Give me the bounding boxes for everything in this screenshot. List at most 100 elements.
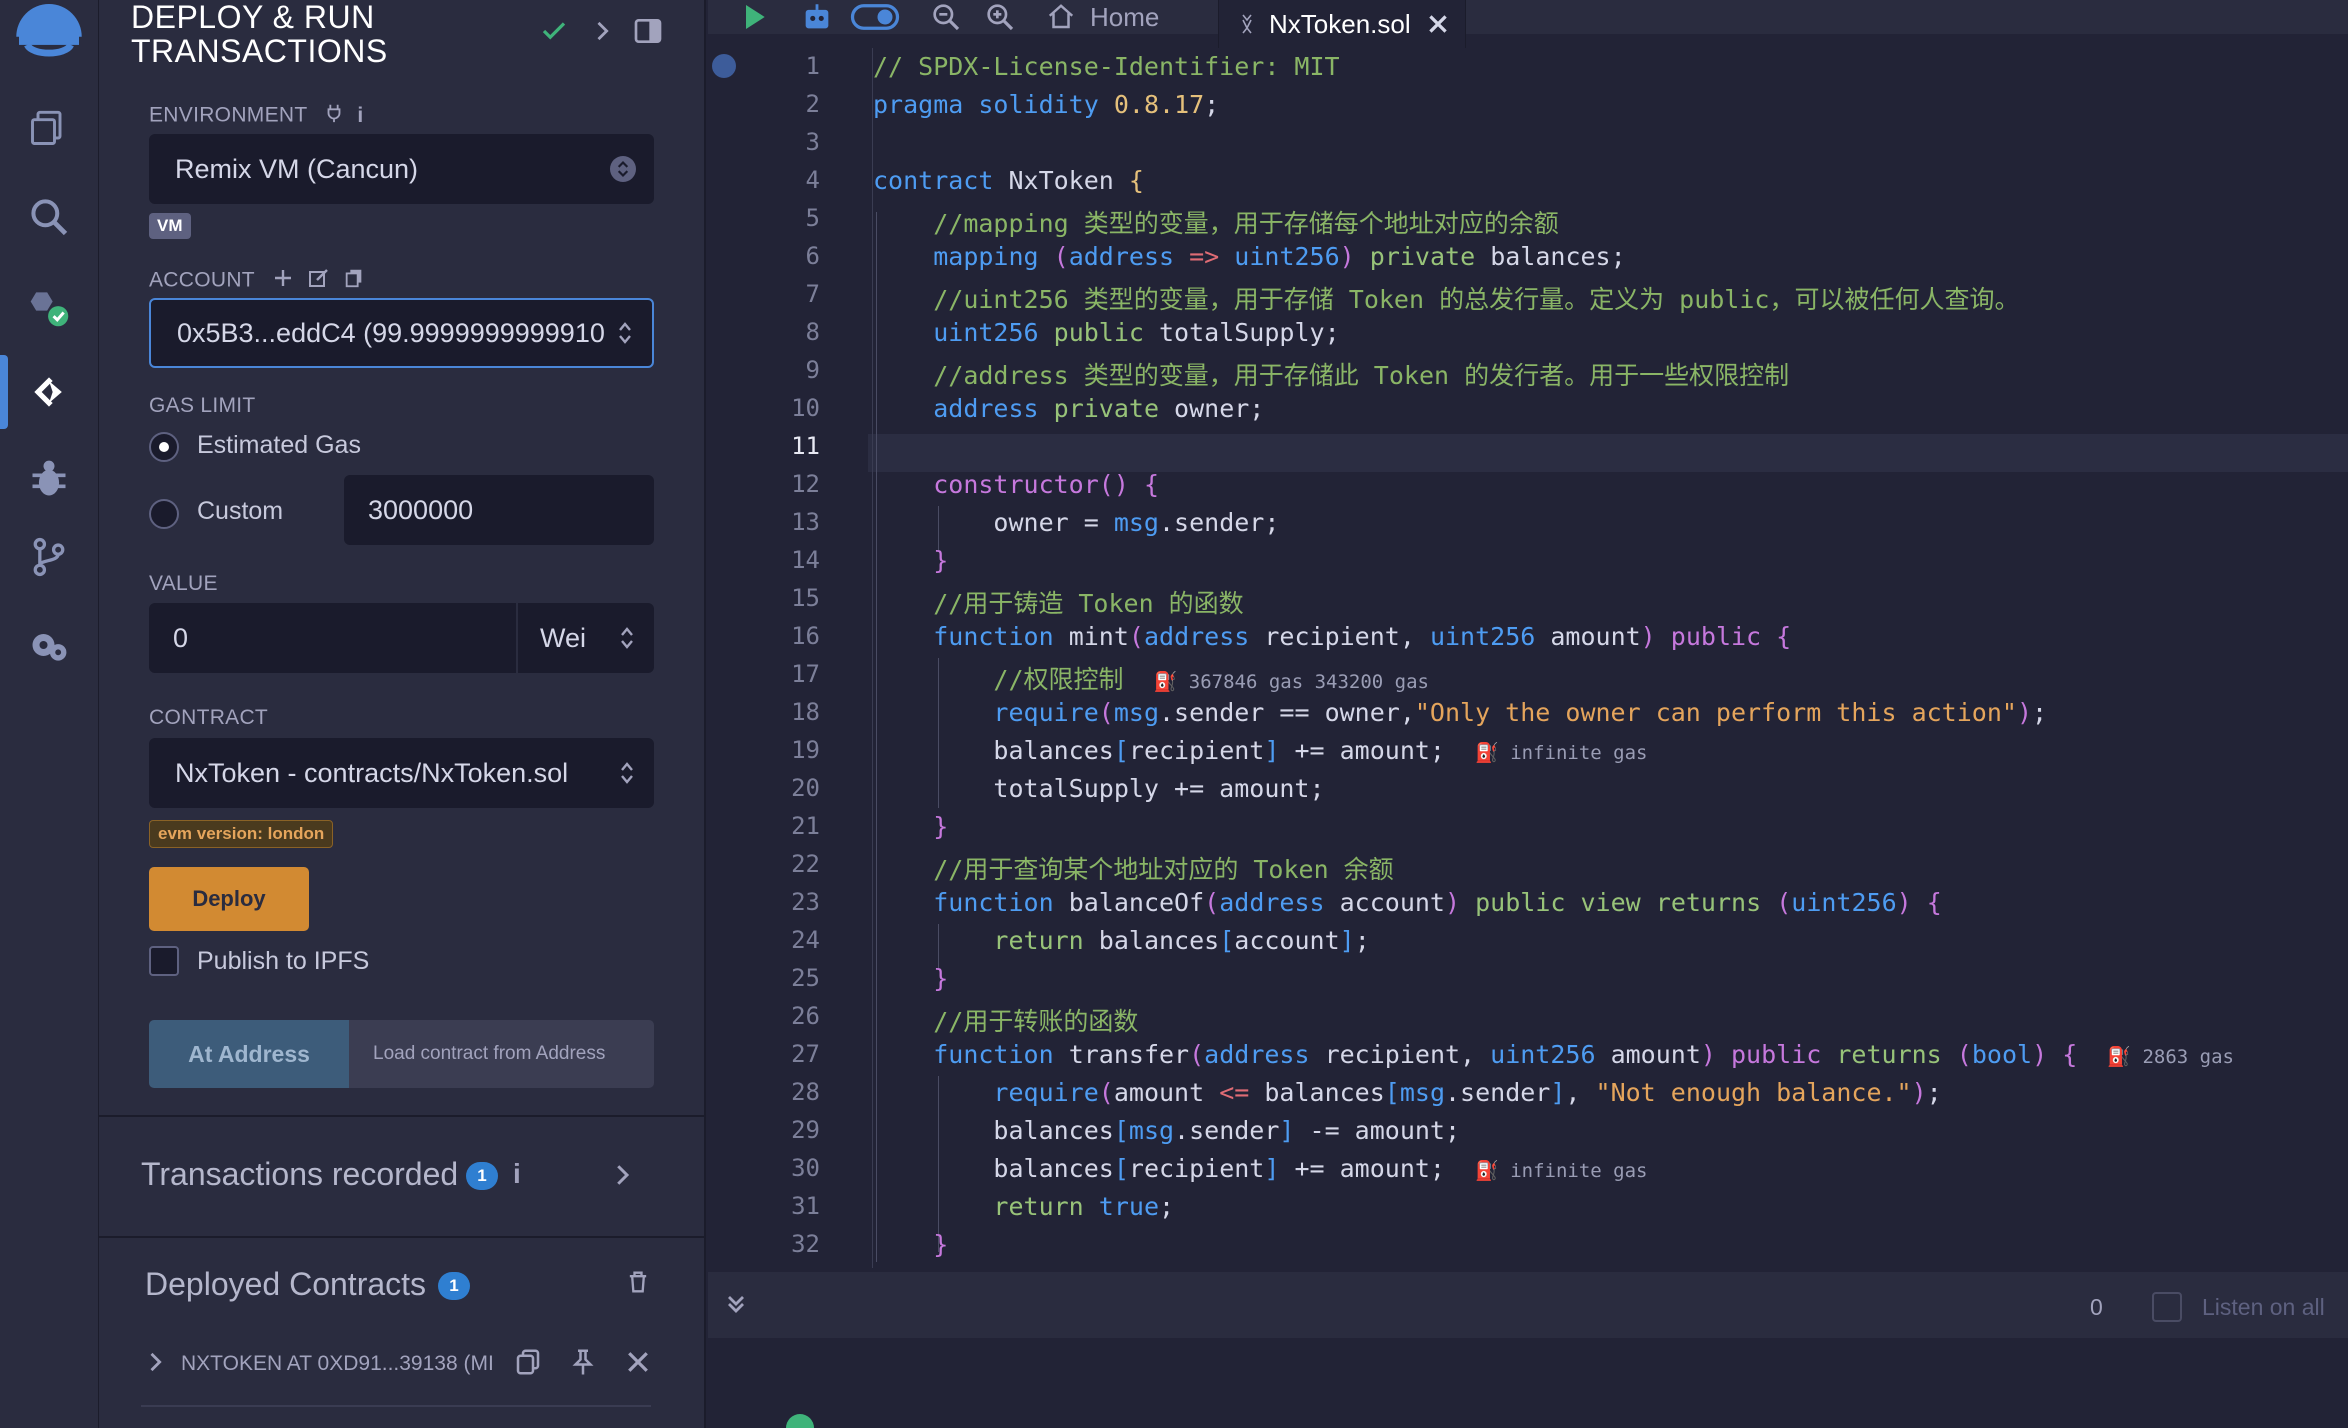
zoom-in-icon[interactable]	[984, 0, 1016, 34]
info-icon[interactable]: i	[513, 1158, 521, 1190]
gas-limit-label: GAS LIMIT	[149, 394, 256, 417]
chevron-right-icon[interactable]	[585, 14, 619, 48]
plus-icon[interactable]	[271, 266, 295, 296]
plugin-manager-icon[interactable]	[22, 618, 76, 672]
code-line-20: totalSupply += amount;	[873, 774, 1325, 803]
code-line-32: }	[933, 1230, 949, 1259]
solidity-compiler-icon[interactable]	[22, 280, 76, 334]
code-line-21: }	[933, 812, 949, 841]
line-number: 21	[791, 812, 820, 840]
line-number: 29	[791, 1116, 820, 1144]
environment-value: Remix VM (Cancun)	[175, 153, 419, 184]
tab-home-label: Home	[1090, 1, 1160, 32]
line-number: 23	[791, 888, 820, 916]
divider	[141, 1405, 651, 1407]
load-contract-input[interactable]: Load contract from Address	[349, 1020, 654, 1088]
line-number: 18	[791, 698, 820, 726]
info-icon[interactable]: i	[357, 104, 363, 128]
listen-on-all-label: Listen on all	[2202, 1294, 2325, 1320]
tab-file-label: NxToken.sol	[1269, 8, 1411, 39]
line-number: 16	[791, 622, 820, 650]
deploy-run-panel: DEPLOY & RUN TRANSACTIONS ENVIRONMENT i …	[99, 0, 706, 1428]
estimated-gas-radio[interactable]	[149, 432, 179, 462]
chevron-right-icon[interactable]	[141, 1348, 169, 1381]
remix-logo-icon[interactable]	[4, 4, 94, 64]
estimated-gas-label: Estimated Gas	[197, 431, 361, 459]
line-number: 32	[791, 1230, 820, 1258]
search-icon[interactable]	[22, 190, 76, 244]
file-explorer-icon[interactable]	[22, 100, 76, 154]
line-number: 14	[791, 546, 820, 574]
copy-icon[interactable]	[343, 267, 365, 295]
transactions-count-badge: 1	[466, 1162, 498, 1190]
check-icon	[537, 14, 571, 48]
code-line-15: //用于铸造 Token 的函数	[933, 589, 1244, 618]
code-line-26: //用于转账的函数	[933, 1007, 1139, 1036]
contract-label: CONTRACT	[149, 706, 269, 729]
code-line-7: //uint256 类型的变量，用于存储 Token 的总发行量。定义为 pub…	[933, 285, 2020, 314]
at-address-button[interactable]: At Address	[149, 1020, 349, 1088]
listen-on-all-checkbox[interactable]	[2152, 1292, 2182, 1322]
divider	[99, 1236, 706, 1238]
deploy-run-icon[interactable]	[22, 365, 76, 419]
trash-icon[interactable]	[624, 1268, 652, 1301]
custom-gas-radio[interactable]	[149, 499, 179, 529]
code-line-31: return true;	[993, 1192, 1175, 1221]
edit-icon[interactable]	[307, 266, 331, 296]
line-number: 31	[791, 1192, 820, 1220]
line-number: 6	[805, 242, 820, 270]
value-input[interactable]: 0	[149, 603, 516, 673]
code-line-14: }	[933, 546, 949, 575]
git-icon[interactable]	[22, 530, 76, 584]
active-indicator	[0, 355, 8, 429]
copy-icon[interactable]	[513, 1347, 543, 1382]
terminal-output	[708, 1338, 2348, 1428]
gas-hint-30: infinite gas	[1510, 1160, 1648, 1182]
panel-toggle-icon[interactable]	[631, 14, 665, 48]
value-unit-select[interactable]: Wei	[518, 603, 654, 673]
line-number: 15	[791, 584, 820, 612]
transactions-recorded-title[interactable]: Transactions recorded	[141, 1156, 458, 1193]
close-icon[interactable]	[623, 1347, 653, 1382]
tab-nxtoken-sol[interactable]: NxToken.sol	[1218, 0, 1466, 48]
solidity-file-icon	[1235, 10, 1259, 38]
line-number: 5	[805, 204, 820, 232]
chevron-right-icon[interactable]	[607, 1160, 637, 1195]
line-numbers: 1 2 3 4 5 6 7 8 9 10 11 12 13 14 15 16 17 18 19 20 21 22 23 24 2…	[708, 48, 868, 1268]
vm-badge: VM	[149, 213, 191, 239]
run-icon[interactable]	[738, 0, 770, 34]
publish-ipfs-checkbox[interactable]	[149, 946, 179, 976]
line-number: 28	[791, 1078, 820, 1106]
line-number: 7	[805, 280, 820, 308]
code-line-28: require(amount <= balances[msg.sender], …	[993, 1078, 1942, 1107]
deployed-contract-item[interactable]: NXTOKEN AT 0XD91...39138 (MI	[181, 1352, 494, 1376]
deploy-button[interactable]: Deploy	[149, 867, 309, 931]
line-number: 22	[791, 850, 820, 878]
pin-icon[interactable]	[568, 1347, 598, 1382]
close-tab-icon[interactable]	[1425, 11, 1451, 37]
zoom-out-icon[interactable]	[930, 0, 962, 34]
success-icon	[786, 1414, 814, 1428]
debugger-icon[interactable]	[22, 452, 76, 506]
account-select[interactable]: 0x5B3...eddC4 (99.9999999999910	[149, 298, 654, 368]
line-number: 20	[791, 774, 820, 802]
value-label: VALUE	[149, 572, 218, 595]
toggle-icon[interactable]	[850, 0, 900, 34]
environment-select[interactable]: Remix VM (Cancun)	[149, 134, 654, 204]
code-line-1: // SPDX-License-Identifier: MIT	[873, 52, 1340, 81]
code-line-25: }	[933, 964, 949, 993]
select-arrows-icon	[616, 318, 634, 348]
plug-icon[interactable]	[323, 102, 345, 130]
account-label: ACCOUNT	[149, 266, 365, 296]
code-line-17: //权限控制 ⛽ 367846 gas 343200 gas	[993, 665, 1429, 694]
tab-home[interactable]: Home	[1046, 0, 1159, 34]
line-number: 9	[805, 356, 820, 384]
select-arrows-icon	[618, 623, 636, 653]
value-unit: Wei	[540, 622, 587, 653]
contract-select[interactable]: NxToken - contracts/NxToken.sol	[149, 738, 654, 808]
collapse-terminal-icon[interactable]	[722, 1290, 750, 1323]
icon-rail	[0, 0, 99, 1428]
code-line-9: //address 类型的变量，用于存储此 Token 的发行者。用于一些权限控…	[933, 361, 1790, 390]
gas-limit-input[interactable]: 3000000	[344, 475, 654, 545]
ai-assistant-icon[interactable]	[800, 0, 834, 34]
